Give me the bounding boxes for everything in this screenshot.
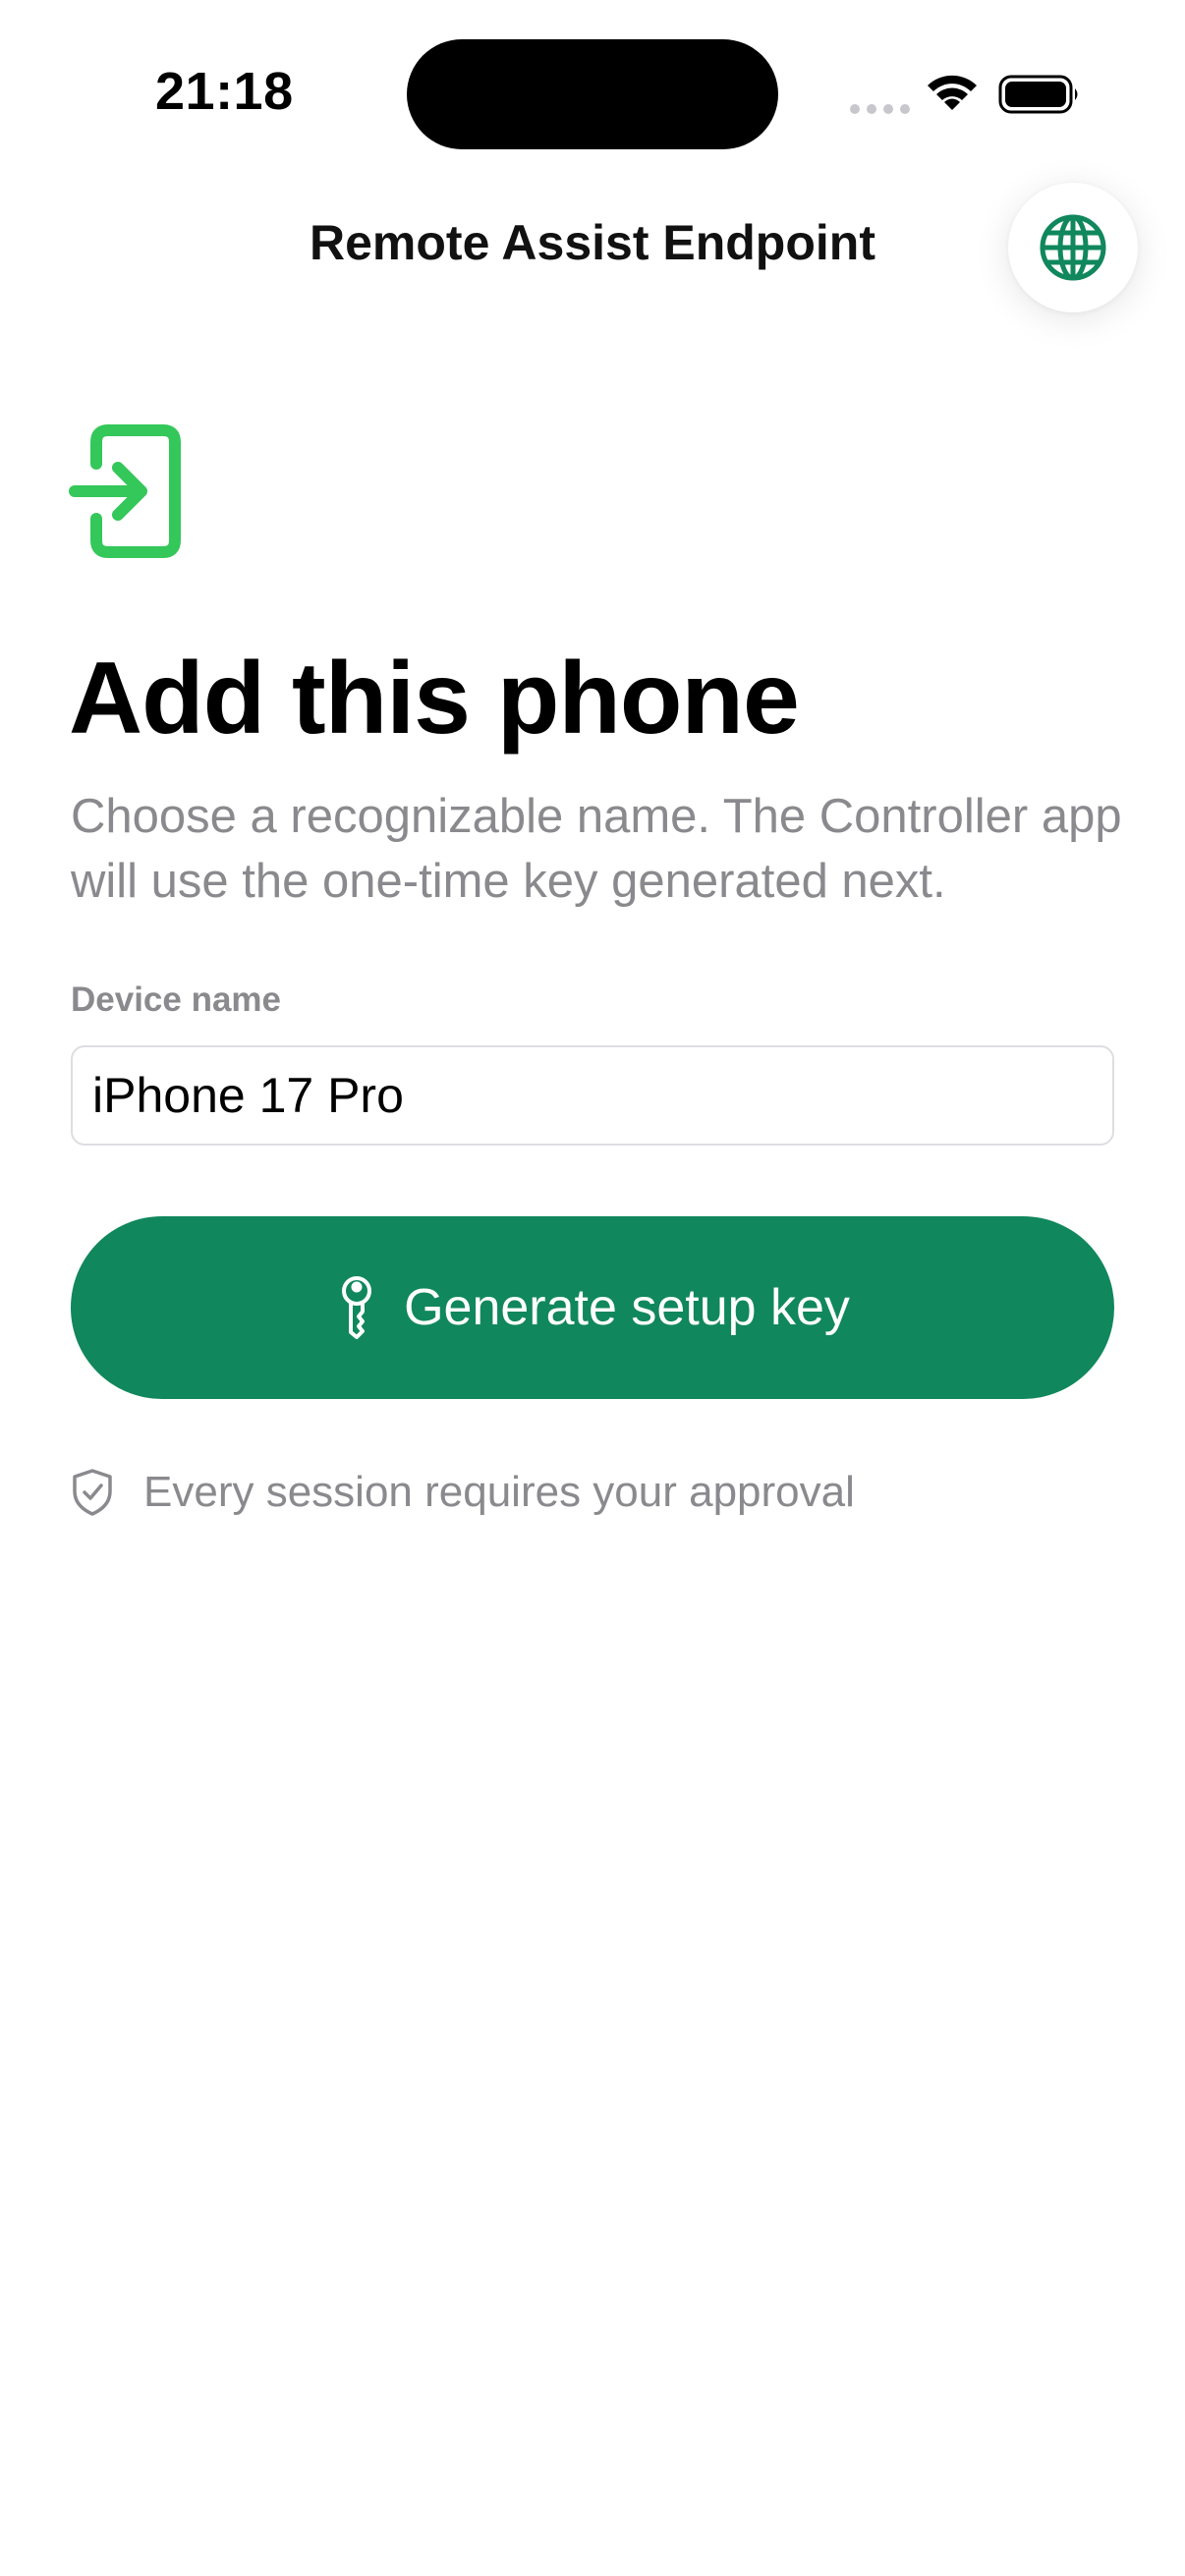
device-name-label: Device name [71,980,282,1019]
globe-icon [1040,214,1106,281]
device-name-input[interactable] [71,1045,1114,1146]
phone-login-icon [69,424,181,558]
battery-icon [998,75,1078,114]
dynamic-island [407,39,778,149]
status-time: 21:18 [155,62,294,121]
wifi-icon [928,75,977,110]
nav-title: Remote Assist Endpoint [310,215,875,270]
cellular-signal-icon [850,104,910,114]
page-subtitle: Choose a recognizable name. The Controll… [71,790,1122,908]
generate-setup-key-button[interactable]: Generate setup key [71,1216,1114,1399]
shield-check-icon [73,1469,112,1516]
page-title: Add this phone [69,642,800,756]
generate-setup-key-label: Generate setup key [404,1279,850,1336]
approval-note: Every session requires your approval [71,1468,855,1517]
key-icon [342,1276,372,1339]
approval-note-text: Every session requires your approval [143,1468,855,1516]
status-bar: 21:18 [0,0,1185,196]
language-button[interactable] [1008,183,1138,312]
